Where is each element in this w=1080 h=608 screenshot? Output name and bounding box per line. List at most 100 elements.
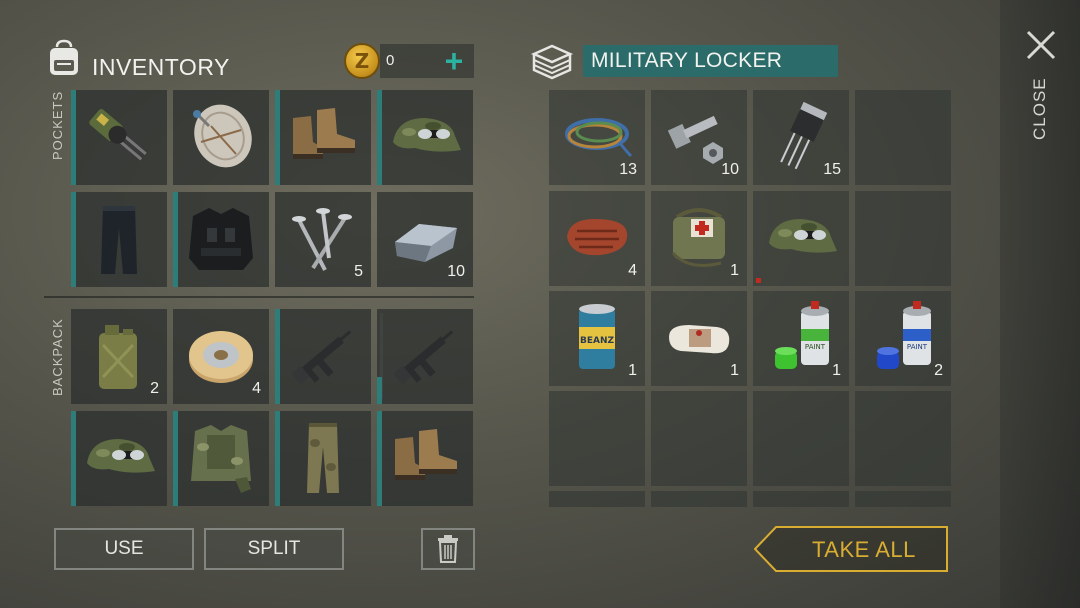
- backpack-label: BACKPACK: [50, 318, 65, 396]
- trash-icon: [438, 535, 458, 563]
- low-durability-mark: [756, 278, 761, 283]
- item-quantity: 2: [150, 380, 159, 397]
- inventory-title: INVENTORY: [92, 54, 230, 80]
- backpack-slot[interactable]: 4: [173, 309, 269, 404]
- locker-slot[interactable]: [753, 191, 849, 286]
- pocket-slot[interactable]: 10: [377, 192, 473, 287]
- item-quantity: 13: [619, 161, 637, 178]
- use-button[interactable]: USE: [54, 528, 194, 570]
- pocket-slot[interactable]: [173, 192, 269, 287]
- boots-icon: [293, 108, 355, 159]
- pocket-slot[interactable]: [71, 90, 167, 185]
- pocket-slot[interactable]: [377, 90, 473, 185]
- locker-slot[interactable]: 4: [549, 191, 645, 286]
- item-quantity: 15: [823, 161, 841, 178]
- wire-spool-icon: [189, 331, 253, 383]
- locker-icon: [530, 44, 574, 80]
- item-quantity: 2: [934, 362, 943, 379]
- paint-label: PAINT: [805, 343, 826, 351]
- locker-slot[interactable]: 1: [651, 191, 747, 286]
- locker-slot[interactable]: BEANZ 1: [549, 291, 645, 386]
- camo-pants-icon: [307, 423, 339, 493]
- pocket-slot[interactable]: 5: [275, 192, 371, 287]
- locker-slot-empty[interactable]: [651, 491, 747, 507]
- item-quantity: 1: [730, 362, 739, 379]
- blue-spray-paint-icon: PAINT: [877, 301, 931, 369]
- green-spray-paint-icon: PAINT: [775, 301, 829, 369]
- take-all-label[interactable]: TAKE ALL: [812, 537, 916, 563]
- close-label[interactable]: CLOSE: [1030, 77, 1050, 140]
- item-quantity: 1: [832, 362, 841, 379]
- backpack-slot[interactable]: [275, 309, 371, 404]
- minigun-icon: [89, 108, 147, 161]
- durability-bar: [173, 192, 178, 287]
- nails-icon: [292, 208, 352, 271]
- locker-slot-empty[interactable]: [753, 491, 849, 507]
- durability-bar: [377, 377, 382, 404]
- durability-bar: [275, 90, 280, 185]
- add-coins-button[interactable]: +: [438, 44, 470, 78]
- beanz-can-icon: BEANZ: [579, 304, 615, 369]
- jerrycan-icon: [99, 325, 137, 389]
- item-quantity: 5: [354, 263, 363, 280]
- camo-armor-icon: [191, 425, 251, 493]
- locker-slot[interactable]: 1: [651, 291, 747, 386]
- locker-slot-empty[interactable]: [549, 391, 645, 486]
- item-quantity: 10: [721, 161, 739, 178]
- item-quantity: 1: [628, 362, 637, 379]
- boots-icon: [395, 429, 457, 480]
- camo-cap-icon: [87, 439, 155, 473]
- tactical-vest-icon: [189, 208, 253, 270]
- locker-slot-empty[interactable]: [855, 391, 951, 486]
- item-quantity: 10: [447, 263, 465, 280]
- medkit-bag-icon: [671, 208, 725, 267]
- locker-slot[interactable]: 13: [549, 90, 645, 185]
- locker-slot[interactable]: PAINT 1: [753, 291, 849, 386]
- durability-bar: [173, 411, 178, 506]
- locker-slot[interactable]: 15: [753, 90, 849, 185]
- backpack-slot[interactable]: [377, 309, 473, 404]
- assault-rifle-icon: [393, 330, 454, 385]
- coin-balance: 0: [386, 52, 395, 69]
- durability-track: [756, 195, 759, 281]
- pockets-label: POCKETS: [50, 90, 65, 160]
- backpack-slot[interactable]: [275, 411, 371, 506]
- locker-slot[interactable]: PAINT 2: [855, 291, 951, 386]
- durability-bar: [275, 411, 280, 506]
- backpack-slot[interactable]: [173, 411, 269, 506]
- locker-title: MILITARY LOCKER: [591, 49, 783, 72]
- locker-slot-empty[interactable]: [753, 391, 849, 486]
- durability-bar: [377, 90, 382, 185]
- item-quantity: 1: [730, 262, 739, 279]
- locker-slot-empty[interactable]: [855, 491, 951, 507]
- camo-cap-icon: [769, 219, 837, 253]
- pants-icon: [101, 206, 137, 274]
- locker-slot-empty[interactable]: [855, 90, 951, 185]
- split-button[interactable]: SPLIT: [204, 528, 344, 570]
- satellite-dish-icon: [193, 104, 252, 168]
- locker-slot-empty[interactable]: [549, 491, 645, 507]
- section-divider: [44, 296, 474, 298]
- backpack-slot[interactable]: [71, 411, 167, 506]
- beanz-label: BEANZ: [580, 336, 615, 346]
- item-quantity: 4: [628, 262, 637, 279]
- pocket-slot[interactable]: [173, 90, 269, 185]
- locker-slot-empty[interactable]: [855, 191, 951, 286]
- pocket-slot[interactable]: [275, 90, 371, 185]
- backpack-slot[interactable]: 2: [71, 309, 167, 404]
- camo-cap-icon: [393, 118, 461, 152]
- trash-button[interactable]: [421, 528, 475, 570]
- locker-slot[interactable]: 10: [651, 90, 747, 185]
- pocket-slot[interactable]: [71, 192, 167, 287]
- durability-bar: [71, 90, 76, 185]
- close-icon[interactable]: [1024, 28, 1058, 62]
- durability-bar: [71, 192, 76, 287]
- bandage-icon: [669, 325, 730, 354]
- durability-bar: [275, 309, 280, 404]
- paint-label: PAINT: [907, 343, 928, 351]
- item-quantity: 4: [252, 380, 261, 397]
- steak-icon: [567, 219, 628, 256]
- assault-rifle-icon: [291, 330, 352, 385]
- locker-slot-empty[interactable]: [651, 391, 747, 486]
- backpack-slot[interactable]: [377, 411, 473, 506]
